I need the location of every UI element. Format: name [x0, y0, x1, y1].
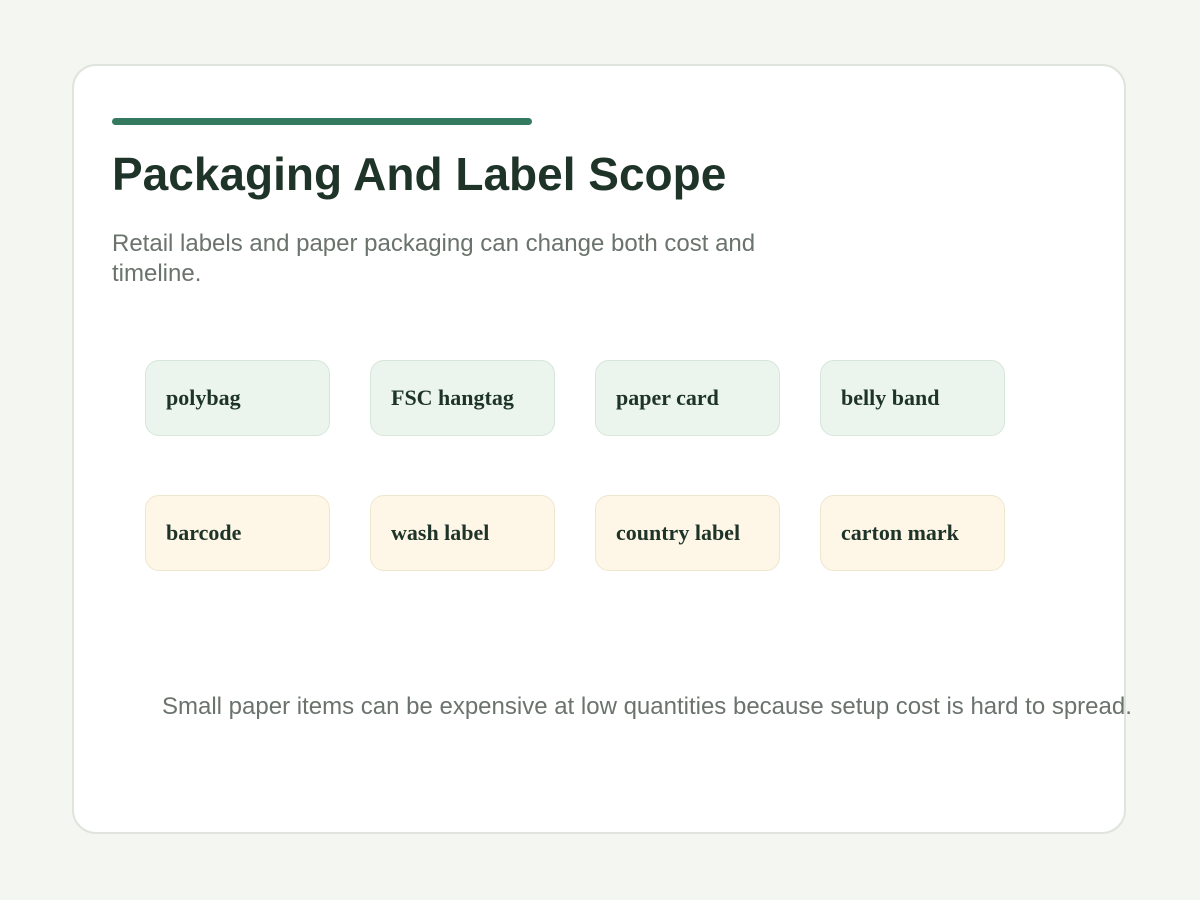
- footnote: Small paper items can be expensive at lo…: [162, 693, 1132, 720]
- chip-fsc-hangtag: FSC hangtag: [370, 360, 555, 436]
- chip-polybag: polybag: [145, 360, 330, 436]
- page-subtitle: Retail labels and paper packaging can ch…: [112, 230, 756, 287]
- page-title: Packaging And Label Scope: [112, 148, 727, 200]
- chip-barcode: barcode: [145, 495, 330, 571]
- chip-paper-card: paper card: [595, 360, 780, 436]
- chip-belly-band: belly band: [820, 360, 1005, 436]
- title-accent-bar: [112, 118, 532, 125]
- chip-country-label: country label: [595, 495, 780, 571]
- chip-carton-mark: carton mark: [820, 495, 1005, 571]
- chip-wash-label: wash label: [370, 495, 555, 571]
